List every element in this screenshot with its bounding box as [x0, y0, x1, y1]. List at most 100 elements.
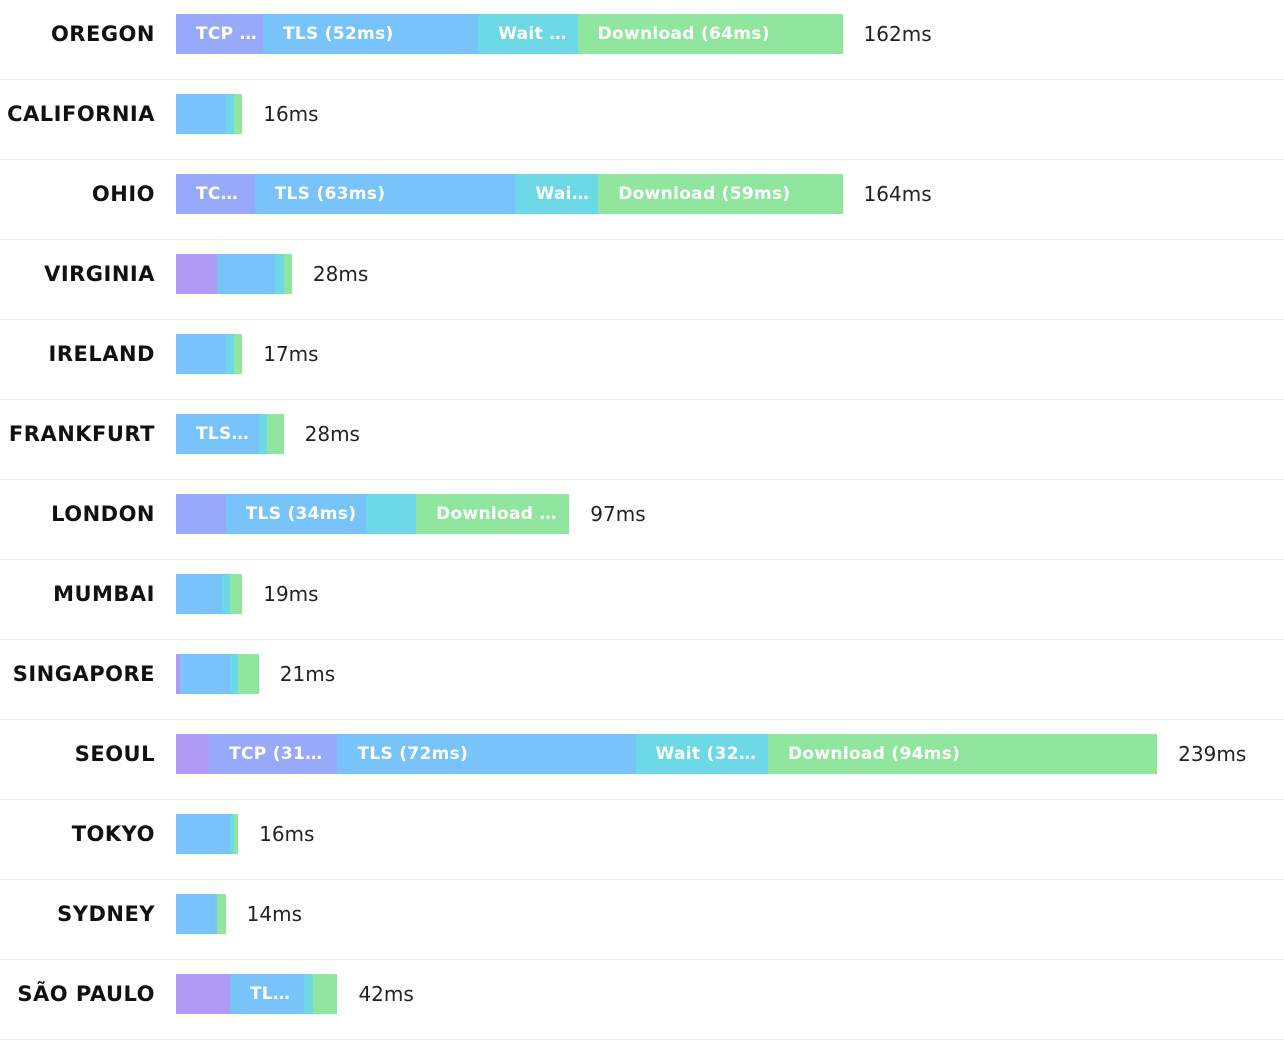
bar-segment-tls[interactable]	[176, 814, 230, 854]
segment-label: TCP (19ms)	[196, 184, 249, 204]
table-row: IRELAND 17ms	[0, 320, 1284, 400]
bar-segment-tls[interactable]: TLS (20ms)	[176, 414, 259, 454]
bar-segment-download[interactable]: Download (64ms)	[577, 14, 843, 54]
bar-segment-dns[interactable]	[176, 734, 210, 774]
table-row: SINGAPORE 21ms	[0, 640, 1284, 720]
region-label: MUMBAI	[53, 582, 155, 606]
bar-segment-download[interactable]	[233, 814, 239, 854]
segment-label: Download (64ms)	[597, 24, 770, 44]
bar-segment-download[interactable]	[267, 414, 284, 454]
segment-label: TLS (63ms)	[274, 184, 386, 204]
timing-bar[interactable]	[176, 254, 292, 294]
total-time-label: 16ms	[263, 102, 319, 126]
table-row: MUMBAI 19ms	[0, 560, 1284, 640]
table-row: SYDNEY 14ms	[0, 880, 1284, 960]
region-label: TOKYO	[71, 822, 155, 846]
bar-segment-tls[interactable]	[176, 334, 226, 374]
region-label: OREGON	[50, 22, 155, 46]
bar-segment-dns[interactable]	[176, 254, 218, 294]
bar-segment-download[interactable]: Download (37ms)	[416, 494, 570, 534]
bar-segment-tls[interactable]	[180, 654, 230, 694]
segment-label: TLS (20ms)	[196, 424, 253, 444]
bar-segment-wait[interactable]	[221, 574, 230, 614]
timing-bar[interactable]: TCP (31ms) TLS (72ms) Wait (32ms) Download …	[176, 734, 1158, 774]
timing-bar[interactable]: TCP (21ms) TLS (52ms) Wait (24ms) Download …	[176, 14, 843, 54]
bar-segment-wait[interactable]: Wait (32ms)	[635, 734, 768, 774]
timing-bar[interactable]	[176, 814, 239, 854]
bar-segment-tcp[interactable]: TCP (19ms)	[176, 174, 255, 214]
total-time-label: 19ms	[263, 582, 319, 606]
segment-label: Download (94ms)	[788, 744, 961, 764]
bar-segment-tls[interactable]: TLS (72ms)	[337, 734, 636, 774]
bar-segment-tls[interactable]: TLS (18ms)	[229, 974, 305, 1014]
bar-segment-tcp[interactable]	[176, 494, 226, 534]
total-time-label: 16ms	[259, 822, 315, 846]
bar-segment-wait[interactable]: Wait (24ms)	[478, 14, 578, 54]
table-row: OREGON TCP (21ms) TLS (52ms) Wait (24ms) Dow…	[0, 0, 1284, 80]
bar-segment-download[interactable]: Download (94ms)	[768, 734, 1158, 774]
region-label: LONDON	[51, 502, 155, 526]
timing-bar[interactable]	[176, 894, 226, 934]
bar-segment-tcp[interactable]: TCP (31ms)	[209, 734, 338, 774]
bar-segment-wait[interactable]: Wait (20ms)	[515, 174, 599, 214]
bar-segment-wait[interactable]	[229, 654, 239, 694]
bar-segment-wait[interactable]	[275, 254, 284, 294]
bar-segment-dns[interactable]	[176, 974, 230, 1014]
segment-label: TCP (31ms)	[229, 744, 332, 764]
bar-segment-tls[interactable]: TLS (63ms)	[254, 174, 516, 214]
bar-segment-download[interactable]	[233, 334, 243, 374]
table-row: VIRGINIA 28ms	[0, 240, 1284, 320]
bar-segment-download[interactable]	[229, 574, 243, 614]
region-label: OHIO	[91, 182, 155, 206]
total-time-label: 162ms	[863, 22, 932, 46]
total-time-label: 14ms	[246, 902, 303, 926]
bar-segment-download[interactable]	[312, 974, 338, 1014]
table-row: FRANKFURT TLS (20ms) 28ms	[0, 400, 1284, 480]
bar-segment-tls[interactable]	[176, 94, 226, 134]
bar-segment-tls[interactable]: TLS (34ms)	[225, 494, 367, 534]
total-time-label: 17ms	[263, 342, 319, 366]
bar-segment-wait[interactable]	[366, 494, 417, 534]
timing-bar[interactable]	[176, 334, 243, 374]
region-label: VIRGINIA	[44, 262, 155, 286]
timing-bar[interactable]: TCP (19ms) TLS (63ms) Wait (20ms) Download …	[176, 174, 843, 214]
bar-segment-wait[interactable]	[225, 334, 234, 374]
bar-segment-download[interactable]	[217, 894, 226, 934]
timing-bar[interactable]	[176, 654, 259, 694]
bar-segment-download[interactable]	[233, 94, 243, 134]
table-row: SÃO PAULO TLS (18ms) 42ms	[0, 960, 1284, 1040]
total-time-label: 97ms	[590, 502, 646, 526]
bar-segment-download[interactable]	[283, 254, 292, 294]
region-label: SEOUL	[74, 742, 155, 766]
bar-segment-tls[interactable]	[176, 894, 218, 934]
segment-label: TLS (52ms)	[282, 24, 394, 44]
bar-segment-tls[interactable]	[176, 574, 222, 614]
bar-segment-wait[interactable]	[258, 414, 268, 454]
total-time-label: 21ms	[279, 662, 336, 686]
timing-bar[interactable]: TLS (18ms)	[176, 974, 338, 1014]
region-label: IRELAND	[48, 342, 155, 366]
segment-label: Wait (20ms)	[535, 184, 592, 204]
bar-segment-wait[interactable]	[225, 94, 234, 134]
timing-bar[interactable]: TLS (34ms) Download (37ms)	[176, 494, 570, 534]
segment-label: TCP (21ms)	[196, 24, 257, 44]
segment-label: TLS (18ms)	[249, 984, 299, 1004]
table-row: CALIFORNIA 16ms	[0, 80, 1284, 160]
bar-segment-download[interactable]	[238, 654, 259, 694]
timing-bar[interactable]	[176, 574, 243, 614]
bar-segment-wait[interactable]	[304, 974, 313, 1014]
segment-label: Wait (32ms)	[655, 744, 762, 764]
segment-label: TLS (34ms)	[245, 504, 357, 524]
latency-chart: OREGON TCP (21ms) TLS (52ms) Wait (24ms) Dow…	[0, 0, 1284, 1042]
timing-bar[interactable]: TLS (20ms)	[176, 414, 284, 454]
bar-segment-tls[interactable]	[217, 254, 276, 294]
timing-bar[interactable]	[176, 94, 243, 134]
region-label: SYDNEY	[57, 902, 155, 926]
bar-segment-tls[interactable]: TLS (52ms)	[262, 14, 479, 54]
table-row: TOKYO 16ms	[0, 800, 1284, 880]
segment-label: TLS (72ms)	[357, 744, 469, 764]
bar-segment-download[interactable]: Download (59ms)	[598, 174, 843, 214]
bar-segment-tcp[interactable]: TCP (21ms)	[176, 14, 263, 54]
segment-label: Wait (24ms)	[498, 24, 571, 44]
region-label: SÃO PAULO	[17, 982, 155, 1006]
